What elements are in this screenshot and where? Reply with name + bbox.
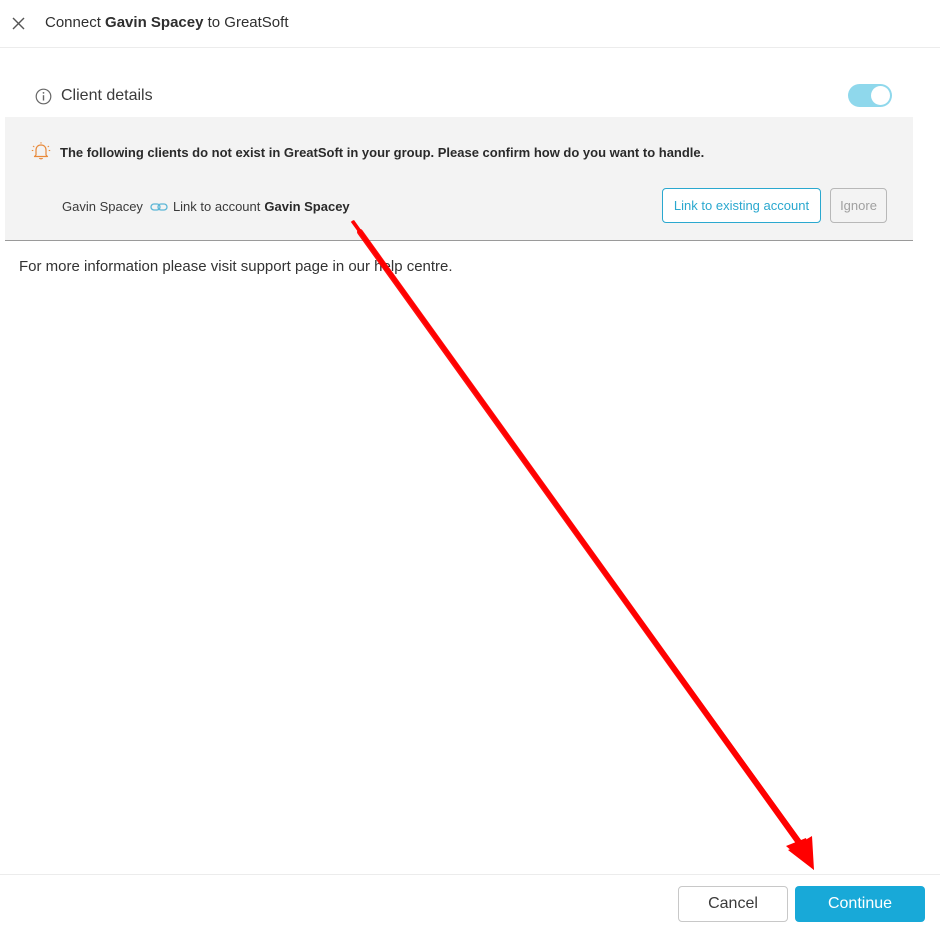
ignore-button[interactable]: Ignore: [830, 188, 887, 223]
title-prefix: Connect: [45, 14, 101, 31]
client-details-label: Client details: [61, 87, 153, 104]
connect-dialog: Connect Gavin Spacey to GreatSoft Client…: [0, 0, 940, 930]
dialog-header: Connect Gavin Spacey to GreatSoft: [0, 0, 940, 48]
info-icon: [35, 88, 52, 105]
linked-account-name: Gavin Spacey: [264, 199, 350, 214]
title-suffix: to GreatSoft: [207, 14, 289, 31]
client-link-row: Gavin Spacey Link to account Gavin Space…: [62, 199, 350, 214]
link-icon: [150, 202, 168, 211]
dialog-title: Connect Gavin Spacey to GreatSoft: [45, 14, 288, 31]
close-icon[interactable]: [8, 12, 30, 34]
client-details-row: Client details: [0, 78, 940, 114]
warning-panel: The following clients do not exist in Gr…: [5, 117, 913, 241]
warning-message: The following clients do not exist in Gr…: [60, 145, 705, 160]
client-details-toggle[interactable]: [848, 84, 892, 107]
client-name: Gavin Spacey: [62, 199, 143, 214]
bell-icon: [31, 142, 51, 160]
cancel-button[interactable]: Cancel: [678, 886, 788, 922]
toggle-knob: [871, 86, 890, 105]
help-centre-info: For more information please visit suppor…: [19, 258, 453, 275]
dialog-footer: Cancel Continue: [0, 874, 940, 930]
link-to-account-text: Link to account: [172, 199, 261, 214]
link-existing-account-button[interactable]: Link to existing account: [662, 188, 821, 223]
continue-button[interactable]: Continue: [795, 886, 925, 922]
title-client-name: Gavin Spacey: [105, 14, 204, 31]
